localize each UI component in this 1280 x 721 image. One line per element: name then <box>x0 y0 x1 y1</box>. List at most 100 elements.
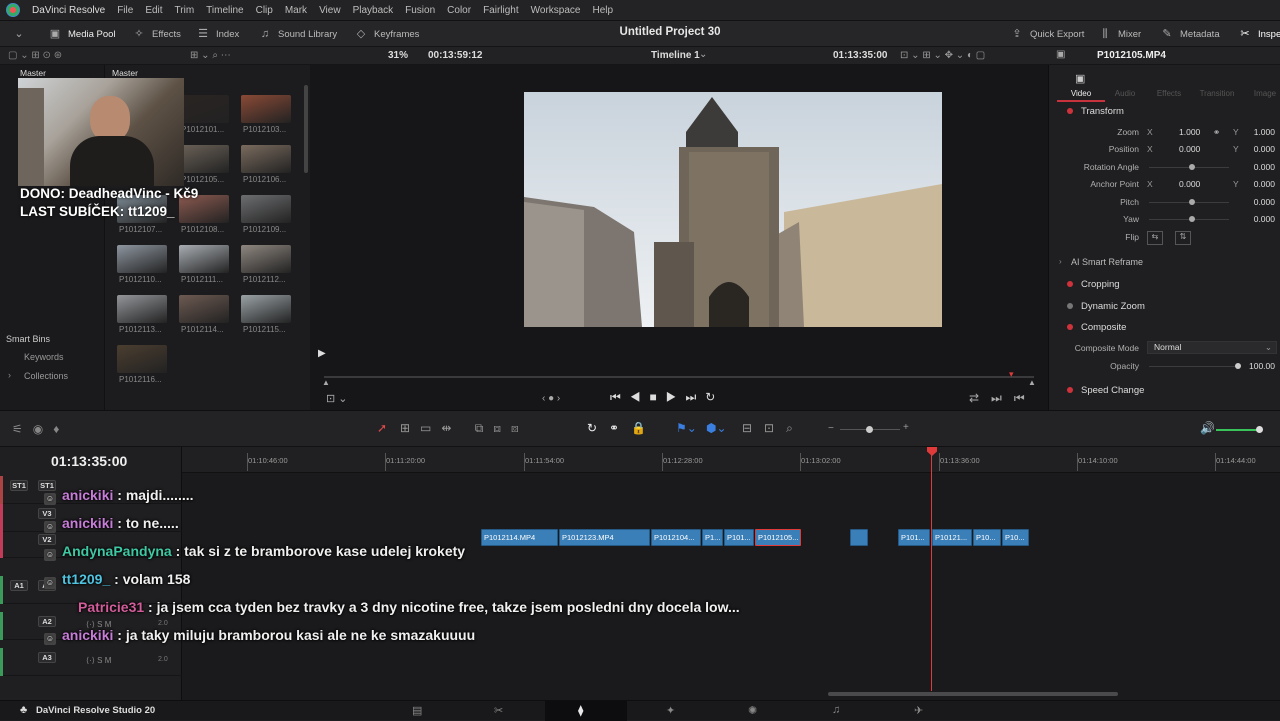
menu-fusion[interactable]: Fusion <box>399 5 441 16</box>
in-marker-icon[interactable]: ▲ <box>322 378 330 387</box>
inspector-button[interactable]: ✂ Inspe <box>1238 21 1280 47</box>
menu-edit[interactable]: Edit <box>139 5 168 16</box>
transform-heading[interactable]: Transform <box>1081 106 1124 117</box>
menu-file[interactable]: File <box>111 5 139 16</box>
grid-view-icon[interactable]: ⊞ ⌄ ⌕ ⋯ <box>190 50 231 61</box>
zoom-x-field[interactable]: 1.000 <box>1179 127 1200 137</box>
anchor-x-field[interactable]: 0.000 <box>1179 179 1200 189</box>
selection-tool-icon[interactable]: ➚ <box>377 421 387 435</box>
quick-export-button[interactable]: ⇪ Quick Export <box>1010 21 1084 47</box>
sound-library-button[interactable]: ♫ Sound Library <box>258 21 337 47</box>
timeline-ruler[interactable]: 01:10:46:00 01:11:20:00 01:11:54:00 01:12:2… <box>182 447 1280 473</box>
tab-video[interactable]: Video <box>1057 89 1105 99</box>
composite-heading[interactable]: Composite <box>1081 322 1126 333</box>
track-solo-mute-controls[interactable]: ⟨·⟩ S M <box>86 656 111 665</box>
track-patch-button[interactable]: A2 <box>38 616 56 627</box>
clip-thumbnail[interactable] <box>117 295 167 323</box>
zoom-icons[interactable]: ⊟⊡⌕ <box>742 421 805 436</box>
timeline-clip[interactable]: P10121... <box>932 529 972 546</box>
zoom-out-icon[interactable]: − <box>828 423 834 434</box>
edit-tool-icons[interactable]: ⊞▭⇹ ⧉⧈⧇ <box>400 421 529 436</box>
rotation-knob[interactable] <box>1189 164 1195 170</box>
rotation-field[interactable]: 0.000 <box>1254 162 1275 172</box>
timeline-clip[interactable]: P101... <box>898 529 930 546</box>
clip-thumbnail[interactable] <box>241 95 291 123</box>
opacity-field[interactable]: 100.00 <box>1249 361 1275 371</box>
fusion-page-icon[interactable]: ✦ <box>666 704 675 717</box>
clip-thumbnail[interactable] <box>179 145 229 173</box>
timeline-clip[interactable]: P1012123.MP4 <box>559 529 650 546</box>
menu-timeline[interactable]: Timeline <box>200 5 249 16</box>
menu-view[interactable]: View <box>313 5 347 16</box>
menu-color[interactable]: Color <box>441 5 477 16</box>
transport-controls[interactable]: ⏮◀■▶⏭↻ <box>610 390 724 405</box>
menu-workspace[interactable]: Workspace <box>525 5 587 16</box>
pitch-field[interactable]: 0.000 <box>1254 197 1275 207</box>
edit-page-tab[interactable] <box>545 701 627 721</box>
flag-icon[interactable]: ⚑⌄ <box>676 421 697 435</box>
link-icon[interactable]: ⚭ <box>1213 127 1220 138</box>
clip-thumbnail[interactable] <box>241 145 291 173</box>
cropping-heading[interactable]: Cropping <box>1081 279 1120 290</box>
yaw-field[interactable]: 0.000 <box>1254 214 1275 224</box>
chevron-down-icon[interactable]: ⌄ <box>699 49 707 60</box>
speed-change-heading[interactable]: Speed Change <box>1081 385 1144 396</box>
keywords-bin[interactable]: Keywords <box>24 352 64 362</box>
deliver-page-icon[interactable]: ✈ <box>914 704 923 717</box>
play-marker-icon[interactable]: ▶ <box>318 348 326 359</box>
media-pool-button[interactable]: ▣ Media Pool <box>48 21 116 47</box>
menu-trim[interactable]: Trim <box>169 5 201 16</box>
clip-thumbnail[interactable] <box>241 245 291 273</box>
clip-thumbnail[interactable] <box>117 345 167 373</box>
viewer-tools-icons[interactable]: ⊡ ⌄ ⊞ ⌄ ✥ ⌄ ◐ ▢ <box>900 50 985 61</box>
media-page-icon[interactable]: ▤ <box>412 704 422 717</box>
opacity-slider[interactable] <box>1149 366 1237 367</box>
track-header-a3[interactable]: A3 ⟨·⟩ S M 2.0 <box>0 648 182 676</box>
index-button[interactable]: ☰ Index <box>196 21 239 47</box>
ai-smart-reframe-heading[interactable]: AI Smart Reframe <box>1071 257 1143 267</box>
zoom-y-field[interactable]: 1.000 <box>1254 127 1275 137</box>
tab-transition[interactable]: Transition <box>1193 89 1241 98</box>
chevron-right-icon[interactable]: › <box>8 370 11 380</box>
out-marker-icon[interactable]: ▲ <box>1028 378 1036 387</box>
color-page-icon[interactable]: ✺ <box>748 704 757 717</box>
timeline-clip[interactable]: P10... <box>973 529 1001 546</box>
timeline-clip[interactable]: P1012104... <box>651 529 701 546</box>
clip-thumbnail[interactable] <box>241 295 291 323</box>
volume-knob[interactable] <box>1256 426 1263 433</box>
jog-icon[interactable]: ‹ ● › <box>542 393 560 404</box>
volume-slider[interactable] <box>1216 429 1260 431</box>
flip-horizontal-icon[interactable]: ⇆ <box>1147 231 1163 245</box>
cut-page-icon[interactable]: ✂ <box>494 704 503 717</box>
panel-toggle-button[interactable]: ⌄ <box>12 21 26 47</box>
zoom-in-icon[interactable]: + <box>903 422 909 433</box>
marker-icon[interactable]: ⬢⌄ <box>706 421 727 435</box>
scrub-bar[interactable] <box>324 376 1034 378</box>
timeline-tracks-area[interactable] <box>182 447 1280 700</box>
clip-thumbnail[interactable] <box>179 295 229 323</box>
mixer-button[interactable]: ⫼ Mixer <box>1098 21 1141 47</box>
clip-thumbnail[interactable] <box>179 245 229 273</box>
timeline-clip[interactable] <box>850 529 868 546</box>
yaw-knob[interactable] <box>1189 216 1195 222</box>
timeline-clip[interactable]: P10... <box>1002 529 1029 546</box>
timeline-scrollbar[interactable] <box>828 692 1118 696</box>
timeline-clip[interactable]: P101... <box>724 529 754 546</box>
pitch-knob[interactable] <box>1189 199 1195 205</box>
menu-fairlight[interactable]: Fairlight <box>477 5 525 16</box>
menu-clip[interactable]: Clip <box>250 5 279 16</box>
media-pool-scrollbar[interactable] <box>304 85 308 173</box>
clip-thumbnail[interactable] <box>241 195 291 223</box>
effects-button[interactable]: ✧ Effects <box>132 21 180 47</box>
metadata-button[interactable]: ✎ Metadata <box>1160 21 1219 47</box>
viewer-options-icon[interactable]: ⊡ ⌄ <box>326 392 348 405</box>
view-options-icons[interactable]: ▢ ⌄ ⊞ ⊙ ⊛ <box>8 50 62 61</box>
timeline-selector[interactable]: Timeline 1 <box>651 50 700 61</box>
cropping-enable-dot[interactable] <box>1067 281 1073 287</box>
fairlight-page-icon[interactable]: ♫ <box>832 704 840 716</box>
edit-page-icon[interactable]: ⧫ <box>578 704 583 717</box>
flip-vertical-icon[interactable]: ⇅ <box>1175 231 1191 245</box>
keyframes-button[interactable]: ◇ Keyframes <box>354 21 420 47</box>
clip-thumbnail[interactable] <box>179 95 229 123</box>
position-y-field[interactable]: 0.000 <box>1254 144 1275 154</box>
